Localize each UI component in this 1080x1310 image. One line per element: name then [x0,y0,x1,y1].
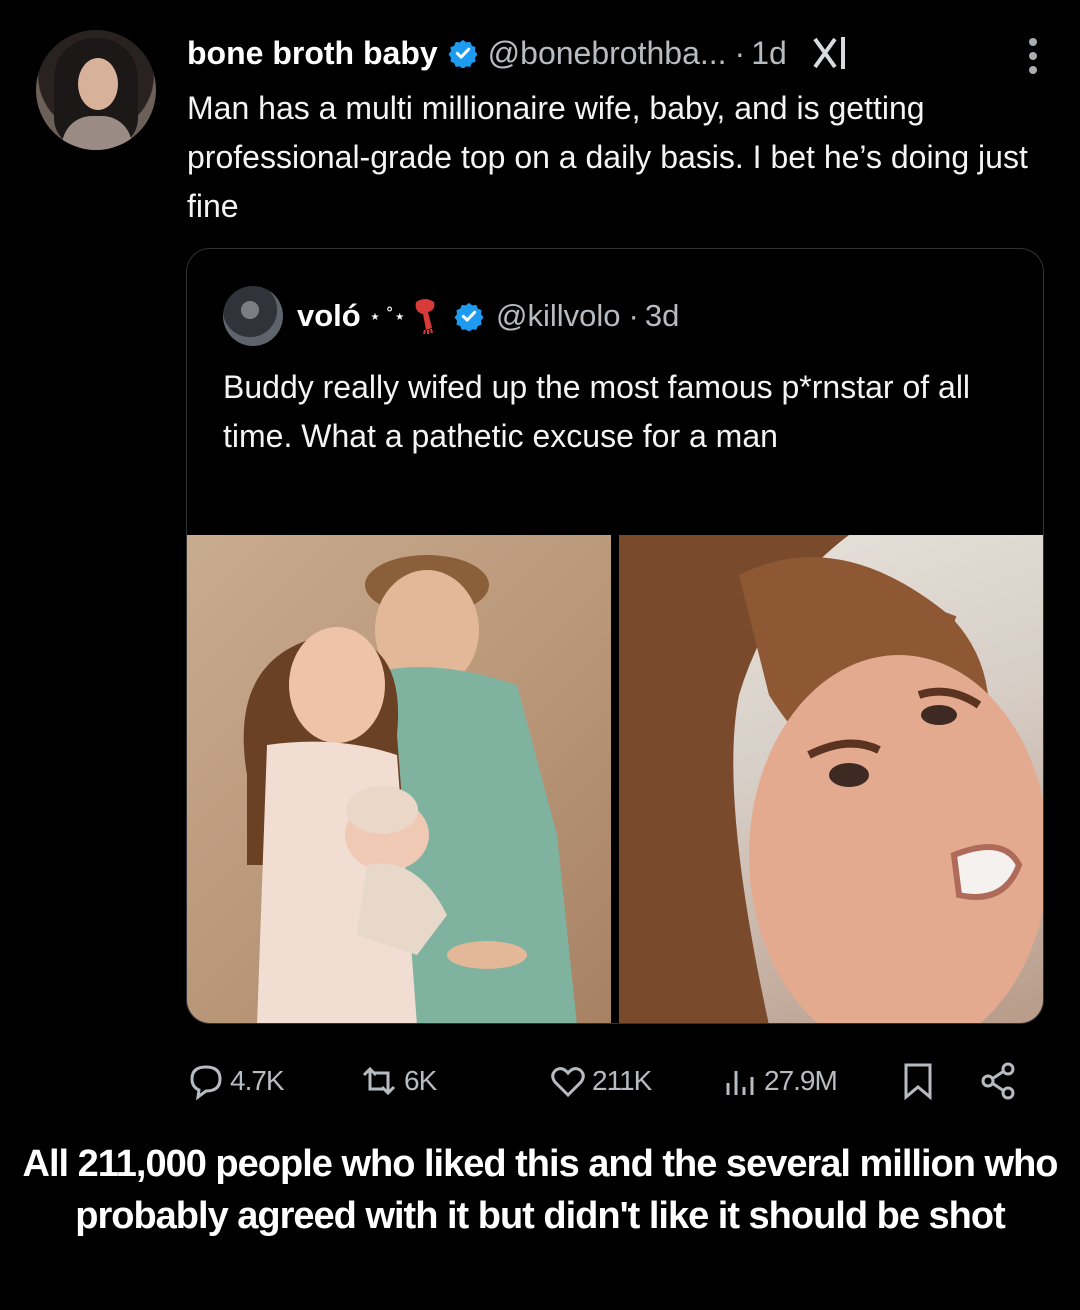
views-count: 27.9M [764,1065,838,1096]
quoted-verified-badge-icon [454,302,484,331]
scarf-emoji-icon [415,299,435,334]
repost-icon [362,1066,396,1096]
share-icon [981,1062,1015,1100]
share-button[interactable] [978,1058,1024,1104]
face-photo[interactable] [619,535,1043,1023]
author-name[interactable]: bone broth baby [187,35,438,72]
quoted-tweet-header: voló ⋆ ˚⋆ @killvolo · 3d [223,285,679,347]
author-handle[interactable]: @bonebrothba... [488,35,727,72]
heart-icon [551,1067,585,1098]
verified-badge-icon [448,39,478,68]
views-button[interactable]: 27.9M [720,1058,838,1104]
family-photo[interactable] [187,535,611,1023]
author-avatar[interactable] [36,30,156,150]
views-chart-icon [726,1071,754,1095]
tweet-text: Man has a multi millionaire wife, baby, … [187,90,1028,224]
name-decoration: ⋆ ˚⋆ [368,305,406,328]
quoted-author-name[interactable]: voló [297,298,361,334]
grok-icon[interactable] [809,31,853,75]
meme-caption: All 211,000 people who liked this and th… [22,1143,1059,1237]
more-options-icon[interactable] [1028,36,1038,76]
quoted-tweet-card[interactable]: voló ⋆ ˚⋆ @killvolo · 3d Buddy really wi… [186,248,1044,1024]
quoted-tweet-time[interactable]: 3d [645,298,679,334]
like-button[interactable]: 211K [548,1058,652,1104]
reply-icon [190,1065,222,1101]
tweet-stats-bar: 4.7K 6K 211K 27.9M [186,1058,1036,1104]
repost-count: 6K [404,1065,437,1096]
tweet-time[interactable]: 1d [751,35,787,72]
like-count: 211K [592,1065,652,1096]
separator-dot: · [734,34,746,71]
bookmark-icon [904,1063,932,1101]
avatar-face [78,58,118,110]
quoted-author-handle[interactable]: @killvolo [496,298,621,334]
quoted-separator-dot: · [628,298,639,333]
bookmark-button[interactable] [900,1058,940,1104]
tweet-header: bone broth baby @bonebrothba... · 1d [187,30,1057,76]
reply-count: 4.7K [230,1065,285,1096]
quoted-author-avatar[interactable] [223,286,283,346]
repost-button[interactable]: 6K [358,1058,437,1104]
quoted-tweet-text: Buddy really wifed up the most famous p*… [223,369,971,454]
reply-button[interactable]: 4.7K [186,1058,285,1104]
